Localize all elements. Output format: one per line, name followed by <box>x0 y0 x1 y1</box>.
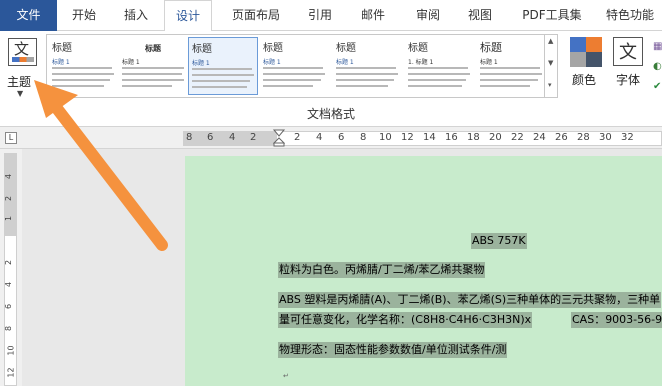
document-workspace: ABS 757K 粒料为白色。丙烯腈/丁二烯/苯乙烯共聚物 ABS 塑料是丙烯腈… <box>22 149 662 386</box>
tab-review[interactable]: 审阅 <box>406 0 450 31</box>
color-palette-icon <box>570 37 602 67</box>
chevron-down-icon: ▼ <box>17 89 24 98</box>
tab-references[interactable]: 引用 <box>298 0 342 31</box>
style-set-item[interactable]: 标题 标题 1 <box>477 37 547 95</box>
doc-line-product-name[interactable]: ABS 757K <box>471 233 527 249</box>
document-page[interactable]: ABS 757K 粒料为白色。丙烯腈/丁二烯/苯乙烯共聚物 ABS 塑料是丙烯腈… <box>185 156 662 386</box>
doc-line-description[interactable]: ABS 塑料是丙烯腈(A)、丁二烯(B)、苯乙烯(S)三种单体的三元共聚物，三种… <box>278 292 662 308</box>
fonts-button[interactable]: 文 字体 <box>610 35 650 95</box>
tab-view[interactable]: 视图 <box>458 0 502 31</box>
gallery-scrollbar[interactable]: ▲ ▼ ▾ <box>544 35 557 97</box>
style-set-item[interactable]: 标题 标题 1 <box>260 37 330 95</box>
style-set-item[interactable]: 标题 1. 标题 1 <box>405 37 475 95</box>
themes-label: 主题 <box>7 75 32 89</box>
tab-home[interactable]: 开始 <box>62 0 106 31</box>
style-set-item-selected[interactable]: 标题 标题 1 <box>188 37 258 95</box>
style-set-item[interactable]: 标题 标题 1 <box>49 37 119 95</box>
horizontal-ruler[interactable]: 8 6 4 2 2 4 6 8 10 12 14 16 18 20 22 24 … <box>183 131 662 146</box>
themes-button[interactable]: 文 主题 ▼ <box>2 35 42 98</box>
fonts-icon: 文 <box>613 37 643 66</box>
doc-line-chemical-name[interactable]: 量可任意变化，化学名称：(C8H8·C4H6·C3H3N)x <box>278 312 533 328</box>
tab-pdf-tools[interactable]: PDF工具集 <box>511 0 593 31</box>
tab-selector[interactable]: L <box>5 132 17 144</box>
tab-mailings[interactable]: 邮件 <box>351 0 395 31</box>
paragraph-mark: ↵ <box>283 372 289 380</box>
tab-file[interactable]: 文件 <box>0 0 57 31</box>
tab-design[interactable]: 设计 <box>164 0 212 32</box>
design-ribbon: 文 主题 ▼ 标题 标题 1 标题 标题 1 标题 标题 1 标题 标题 1 标… <box>0 31 662 127</box>
tab-page-layout[interactable]: 页面布局 <box>224 0 288 31</box>
tab-insert[interactable]: 插入 <box>114 0 158 31</box>
set-as-default-icon[interactable]: ✔ <box>653 81 661 92</box>
ruler-bar: L 8 6 4 2 2 4 6 8 10 12 14 16 18 20 22 2… <box>0 127 662 149</box>
paragraph-spacing-icon[interactable]: ▦ <box>653 41 662 52</box>
doc-line-appearance[interactable]: 粒料为白色。丙烯腈/丁二烯/苯乙烯共聚物 <box>278 262 486 278</box>
style-set-item[interactable]: 标题 标题 1 <box>119 37 189 95</box>
word-window: 文件 开始 插入 设计 页面布局 引用 邮件 审阅 视图 PDF工具集 特色功能… <box>0 0 662 386</box>
doc-line-physical-form[interactable]: 物理形态：固态性能参数数值/单位测试条件/测 <box>278 342 508 358</box>
themes-icon: 文 <box>8 38 37 66</box>
doc-line-cas[interactable]: CAS：9003-56-9 <box>571 312 662 328</box>
effects-icon[interactable]: ◐ <box>653 61 662 72</box>
gallery-more-icon[interactable]: ▾ <box>548 81 552 89</box>
scroll-up-icon[interactable]: ▲ <box>548 37 553 45</box>
ribbon-tab-bar: 文件 开始 插入 设计 页面布局 引用 邮件 审阅 视图 PDF工具集 特色功能 <box>0 0 662 32</box>
vertical-ruler[interactable]: 4 2 1 2 4 6 8 10 12 <box>0 149 22 386</box>
scroll-down-icon[interactable]: ▼ <box>548 59 553 67</box>
colors-button[interactable]: 颜色 <box>566 35 606 95</box>
style-set-gallery: 标题 标题 1 标题 标题 1 标题 标题 1 标题 标题 1 标题 标题 1 … <box>46 34 558 98</box>
colors-label: 颜色 <box>572 73 597 87</box>
document-formatting-group-label: 文档格式 <box>306 107 355 121</box>
style-set-item[interactable]: 标题 标题 1 <box>333 37 403 95</box>
indent-marker-icon[interactable] <box>273 129 285 147</box>
fonts-label: 字体 <box>616 73 641 87</box>
tab-special-features[interactable]: 特色功能 <box>598 0 662 31</box>
